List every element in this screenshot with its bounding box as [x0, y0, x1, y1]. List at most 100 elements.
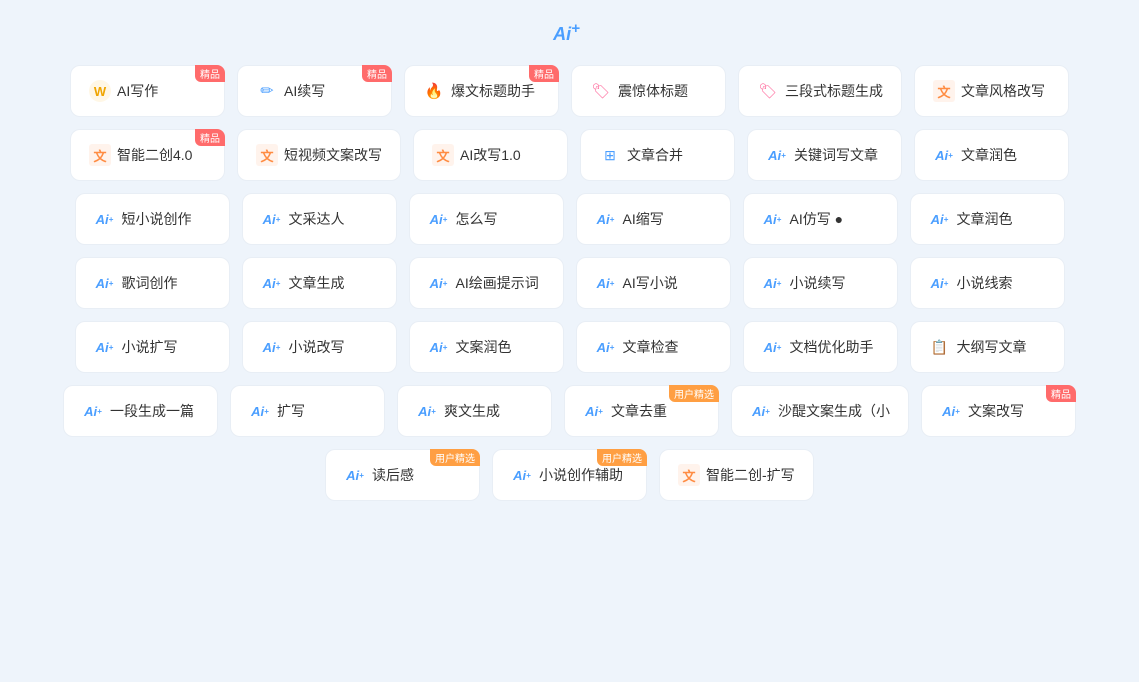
card-smart-expand[interactable]: 文智能二创-扩写	[659, 449, 814, 501]
card-reading-feel[interactable]: 用户精选Ai+读后感	[325, 449, 480, 501]
card-label-smart-create: 智能二创4.0	[117, 145, 192, 165]
badge: 用户精选	[430, 449, 480, 466]
card-label-article-style: 文章风格改写	[961, 81, 1045, 101]
card-label-sha-copy: 沙醍文案生成（小	[778, 401, 890, 421]
ai-plus-icon: Ai+	[428, 336, 450, 358]
ai-plus-icon: Ai+	[762, 208, 784, 230]
card-outline-write[interactable]: 📋 大纲写文章	[910, 321, 1065, 373]
card-label-doc-optimize: 文档优化助手	[790, 337, 874, 357]
card-ai-write[interactable]: 精品WAI写作	[70, 65, 225, 117]
card-three-title[interactable]: 🏷 三段式标题生成	[738, 65, 902, 117]
card-label-novel-assist: 小说创作辅助	[539, 465, 623, 485]
ai-plus-icon: Ai+	[595, 208, 617, 230]
doc-icon: 📋	[929, 336, 951, 358]
ai-plus-icon: Ai+	[940, 400, 962, 422]
card-ai-continue[interactable]: 精品✏AI续写	[237, 65, 392, 117]
card-ai-draw-prompt[interactable]: Ai+AI绘画提示词	[409, 257, 564, 309]
card-ai-novel-write[interactable]: Ai+AI写小说	[576, 257, 731, 309]
card-label-ai-write: AI写作	[117, 81, 158, 101]
card-label-outline-write: 大纲写文章	[957, 337, 1027, 357]
card-label-shock-title: 震惊体标题	[618, 81, 688, 101]
ai-plus-icon: Ai+	[762, 336, 784, 358]
card-shock-title[interactable]: 🏷震惊体标题	[571, 65, 726, 117]
ai-plus-icon: Ai+	[933, 144, 955, 166]
badge: 精品	[529, 65, 559, 82]
card-label-one-para: 一段生成一篇	[110, 401, 194, 421]
w-orange-icon: 文	[432, 144, 454, 166]
ai-plus-icon: Ai+	[249, 400, 271, 422]
ai-plus-icon: Ai+	[82, 400, 104, 422]
card-label-ai-rewrite: AI改写1.0	[460, 145, 521, 165]
card-label-keyword-write: 关键词写文章	[794, 145, 878, 165]
card-article-merge[interactable]: ⊞ 文章合并	[580, 129, 735, 181]
ai-plus-icon: Ai+	[766, 144, 788, 166]
card-label-novel-rewrite: 小说改写	[289, 337, 345, 357]
card-label-ai-continue: AI续写	[284, 81, 325, 101]
card-sha-copy[interactable]: Ai+ 沙醍文案生成（小	[731, 385, 909, 437]
title-ai-icon: Ai+	[553, 20, 580, 45]
card-short-video[interactable]: 文短视频文案改写	[237, 129, 401, 181]
card-novel-clue[interactable]: Ai+小说线索	[910, 257, 1065, 309]
card-article-check[interactable]: Ai+文章检查	[576, 321, 731, 373]
card-label-ai-imitate: AI仿写 ●	[790, 209, 844, 229]
card-short-novel[interactable]: Ai+短小说创作	[75, 193, 230, 245]
grid-row-3: Ai+歌词创作Ai+文章生成Ai+AI绘画提示词Ai+AI写小说Ai+小说续写A…	[30, 257, 1109, 309]
card-label-reading-feel: 读后感	[372, 465, 414, 485]
ai-plus-icon: Ai+	[428, 208, 450, 230]
page-title: Ai+	[30, 20, 1109, 45]
card-label-novel-expand: 小说扩写	[122, 337, 178, 357]
w-orange-icon: 文	[678, 464, 700, 486]
badge: 精品	[195, 129, 225, 146]
pen-icon: ✏	[256, 80, 278, 102]
card-headline-helper[interactable]: 精品🔥爆文标题助手	[404, 65, 559, 117]
card-copy-rewrite[interactable]: 精品Ai+文案改写	[921, 385, 1076, 437]
ai-plus-icon: Ai+	[94, 272, 116, 294]
badge: 用户精选	[669, 385, 719, 402]
fire-icon: 🔥	[423, 80, 445, 102]
card-ai-rewrite[interactable]: 文 AI改写1.0	[413, 129, 568, 181]
ai-plus-icon: Ai+	[511, 464, 533, 486]
grid-row-4: Ai+小说扩写Ai+小说改写Ai+文案润色Ai+文章检查Ai+文档优化助手📋大纲…	[30, 321, 1109, 373]
merge-icon: ⊞	[599, 144, 621, 166]
card-fun-gen[interactable]: Ai+爽文生成	[397, 385, 552, 437]
ai-plus-icon: Ai+	[416, 400, 438, 422]
card-how-write[interactable]: Ai+怎么写	[409, 193, 564, 245]
card-label-short-novel: 短小说创作	[122, 209, 192, 229]
card-novel-assist[interactable]: 用户精选Ai+小说创作辅助	[492, 449, 647, 501]
ai-plus-icon: Ai+	[750, 400, 772, 422]
card-article-dedup[interactable]: 用户精选Ai+文章去重	[564, 385, 719, 437]
card-literary[interactable]: Ai+文采达人	[242, 193, 397, 245]
card-ai-imitate[interactable]: Ai+ AI仿写 ●	[743, 193, 898, 245]
w-circle-icon: W	[89, 80, 111, 102]
card-article-polish2[interactable]: Ai+文章润色	[910, 193, 1065, 245]
tag-icon: 🏷	[757, 80, 779, 102]
card-article-gen[interactable]: Ai+文章生成	[242, 257, 397, 309]
card-label-article-polish: 文章润色	[961, 145, 1017, 165]
card-expand[interactable]: Ai+ 扩写	[230, 385, 385, 437]
card-article-polish[interactable]: Ai+ 文章润色	[914, 129, 1069, 181]
tool-grid: 精品WAI写作精品✏AI续写精品🔥爆文标题助手🏷震惊体标题🏷三段式标题生成文文章…	[30, 65, 1109, 501]
card-label-three-title: 三段式标题生成	[785, 81, 883, 101]
ai-plus-icon: Ai+	[595, 336, 617, 358]
card-label-ai-shorten: AI缩写	[623, 209, 664, 229]
card-label-expand: 扩写	[277, 401, 305, 421]
ai-plus-icon: Ai+	[595, 272, 617, 294]
card-label-article-merge: 文章合并	[627, 145, 683, 165]
card-label-copy-polish: 文案润色	[456, 337, 512, 357]
card-ai-shorten[interactable]: Ai+ AI缩写	[576, 193, 731, 245]
ai-plus-icon: Ai+	[261, 336, 283, 358]
card-novel-expand[interactable]: Ai+小说扩写	[75, 321, 230, 373]
ai-plus-icon: Ai+	[929, 208, 951, 230]
card-novel-rewrite[interactable]: Ai+ 小说改写	[242, 321, 397, 373]
card-keyword-write[interactable]: Ai+ 关键词写文章	[747, 129, 902, 181]
card-copy-polish[interactable]: Ai+ 文案润色	[409, 321, 564, 373]
grid-row-5: Ai+ 一段生成一篇 Ai+ 扩写 Ai+爽文生成用户精选Ai+文章去重 Ai+ 沙醍文案生…	[30, 385, 1109, 437]
card-novel-continue[interactable]: Ai+小说续写	[743, 257, 898, 309]
card-lyric[interactable]: Ai+歌词创作	[75, 257, 230, 309]
w-orange-icon: 文	[89, 144, 111, 166]
w-orange-icon: 文	[256, 144, 278, 166]
card-doc-optimize[interactable]: Ai+ 文档优化助手	[743, 321, 898, 373]
card-one-para[interactable]: Ai+ 一段生成一篇	[63, 385, 218, 437]
card-smart-create[interactable]: 精品文智能二创4.0	[70, 129, 225, 181]
card-article-style[interactable]: 文文章风格改写	[914, 65, 1069, 117]
